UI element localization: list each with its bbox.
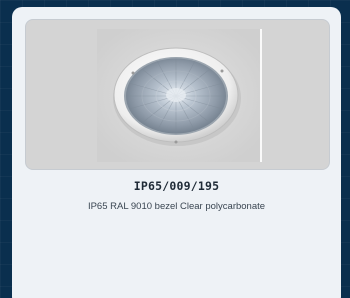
photo-edge-divider	[260, 29, 262, 162]
product-image	[97, 29, 260, 162]
product-image-frame[interactable]	[25, 19, 330, 170]
product-card[interactable]: IP65/009/195 IP65 RAL 9010 bezel Clear p…	[12, 7, 341, 298]
product-description: IP65 RAL 9010 bezel Clear polycarbonate	[87, 201, 266, 212]
downlight-photo-icon	[97, 29, 260, 162]
product-title[interactable]: IP65/009/195	[12, 179, 341, 193]
